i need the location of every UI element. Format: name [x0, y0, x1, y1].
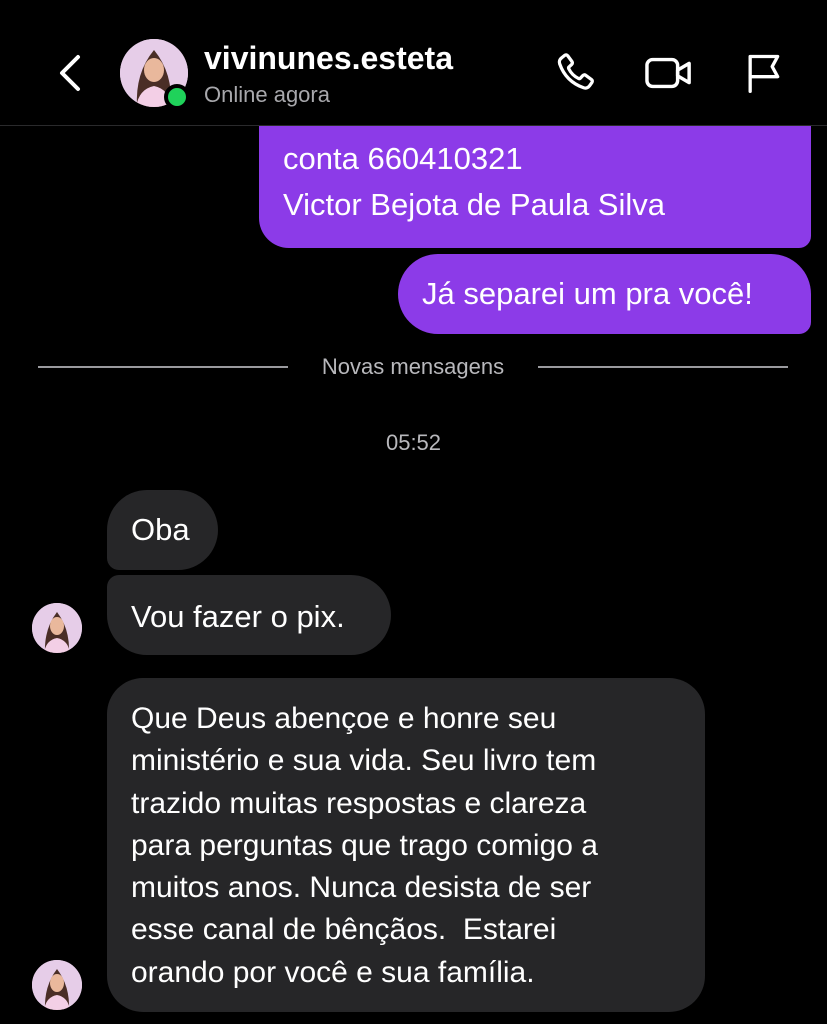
new-messages-label: Novas mensagens [321, 354, 505, 379]
outgoing-message[interactable]: Já separei um pra você! [398, 254, 811, 334]
call-button[interactable] [550, 48, 600, 98]
report-button[interactable] [738, 48, 788, 98]
message-line: trazido muitas respostas e clareza [131, 786, 587, 820]
avatar-photo-icon [32, 603, 82, 653]
flag-icon [748, 54, 780, 93]
message-text: Já separei um pra você! [422, 276, 753, 311]
sender-avatar[interactable] [32, 603, 82, 653]
message-text: Oba [131, 512, 190, 547]
phone-icon [557, 53, 594, 90]
message-line: muitos anos. Nunca desista de ser [131, 871, 592, 905]
message-line: conta 660410321 [283, 141, 523, 176]
video-call-button[interactable] [644, 48, 694, 98]
message-line: ministério e sua vida. Seu livro tem [131, 744, 597, 778]
message-line: para perguntas que trago comigo a [131, 828, 598, 862]
message-line: Que Deus abençoe e honre seu [131, 702, 557, 735]
message-line: Victor Bejota de Paula Silva [283, 187, 665, 222]
back-chevron-icon [60, 55, 80, 91]
message-line: esse canal de bênçãos. Estarei [131, 913, 557, 947]
incoming-message[interactable]: Vou fazer o pix. [107, 575, 391, 655]
message-timestamp: 05:52 [385, 430, 442, 455]
contact-status: Online agora [204, 82, 330, 107]
video-camera-icon [645, 57, 691, 89]
online-status-dot [164, 84, 190, 110]
divider-line-right [538, 366, 788, 368]
message-line: orando por você e sua família. [131, 955, 535, 989]
incoming-message-long[interactable]: Que Deus abençoe e honre seu ministério … [107, 678, 705, 1012]
contact-username[interactable]: vivinunes.esteta [204, 40, 453, 77]
back-button[interactable] [50, 50, 90, 96]
incoming-message[interactable]: Oba [107, 490, 218, 570]
sender-avatar[interactable] [32, 960, 82, 1010]
chat-header: vivinunes.esteta Online agora [0, 0, 827, 126]
divider-line-left [38, 366, 288, 368]
message-text: Vou fazer o pix. [131, 599, 345, 634]
avatar-photo-icon [32, 960, 82, 1010]
